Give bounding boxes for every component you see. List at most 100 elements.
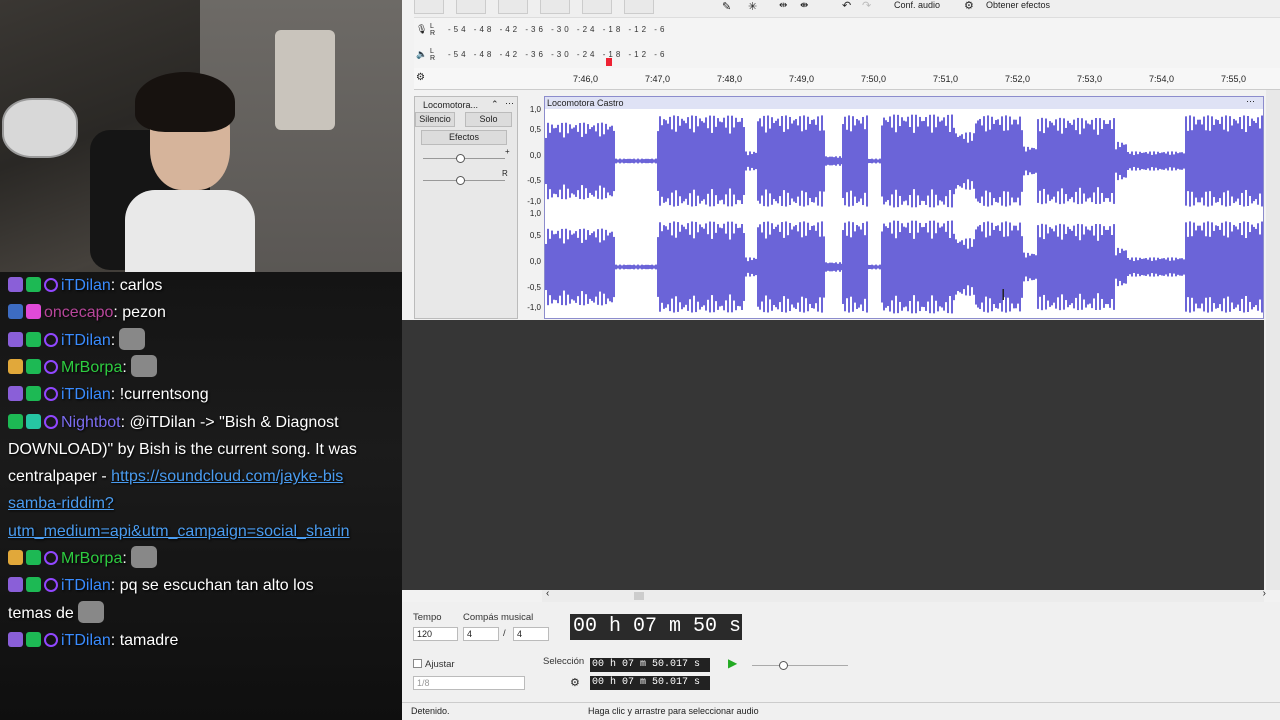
timeline-ruler[interactable]: ⚙ 7:46,0 7:47,0 7:48,0 7:49,0 7:50,0 7:51,0 7:… [414, 68, 1280, 90]
waveform-sample [1251, 118, 1253, 204]
pan-slider-thumb[interactable] [456, 176, 465, 185]
audio-setup-button[interactable]: Conf. audio [894, 0, 940, 10]
waveform-sample [687, 223, 689, 311]
waveform-sample [547, 228, 549, 306]
waveform-sample [937, 222, 939, 312]
waveform-sample [953, 233, 955, 301]
chat-username[interactable]: MrBorpa [61, 550, 122, 567]
waveform-sample [941, 120, 943, 202]
chat-username[interactable]: MrBorpa [61, 359, 122, 376]
chat-username[interactable]: iTDilan [61, 332, 111, 349]
undo-icon[interactable]: ↶ [842, 0, 851, 12]
toolbar-button[interactable] [582, 0, 612, 14]
waveform-sample [621, 159, 623, 163]
chat-badge-icon [26, 358, 41, 374]
microphone-icon[interactable]: 🎙 [416, 24, 427, 35]
solo-button[interactable]: Solo [465, 112, 512, 127]
waveform-sample [757, 121, 759, 201]
selection-settings-icon[interactable]: ⚙ [570, 676, 580, 689]
toolbar-button[interactable] [540, 0, 570, 14]
toolbar-button[interactable] [414, 0, 444, 14]
effects-button[interactable]: Efectos [421, 130, 507, 145]
scrollbar-thumb[interactable] [634, 592, 644, 600]
pencil-icon[interactable]: ✎ [722, 0, 731, 13]
waveform-sample [1049, 227, 1051, 307]
playback-speed-slider[interactable] [752, 665, 848, 666]
plugin-icon[interactable]: ⚙ [964, 0, 974, 12]
chat-badge-icon [44, 578, 58, 593]
waveform-sample [793, 226, 795, 308]
waveform-sample [905, 227, 907, 307]
waveform-sample [625, 159, 627, 163]
chat-username[interactable]: iTDilan [61, 632, 111, 649]
selection-start-field[interactable]: 00 h 07 m 50.017 s [590, 658, 710, 672]
chat-username[interactable]: oncecapo [44, 304, 113, 321]
waveform-sample [881, 125, 883, 197]
redo-icon[interactable]: ↷ [862, 0, 871, 12]
time-display[interactable]: 00 h 07 m 50 s [570, 614, 742, 640]
scroll-right-icon[interactable]: › [1263, 588, 1266, 599]
speaker-icon[interactable]: 🔈 [416, 49, 427, 60]
meter-denominator-select[interactable]: 4 [513, 627, 549, 641]
waveform-sample [699, 224, 701, 310]
waveform-sample [1087, 229, 1089, 305]
waveform-sample [848, 115, 850, 207]
chat-link[interactable]: utm_medium=api&utm_campaign=social_shari… [8, 523, 350, 540]
vertical-scrollbar[interactable] [1266, 90, 1280, 590]
chat-badge-icon [44, 632, 58, 647]
chat-username[interactable]: iTDilan [61, 277, 111, 294]
waveform-sample [1077, 223, 1079, 311]
waveform[interactable] [545, 109, 1264, 319]
clip-menu-icon[interactable]: ⋯ [1246, 97, 1255, 107]
horizontal-scrollbar[interactable]: ‹ › [542, 588, 1266, 602]
record-meter-scale[interactable]: -54 -48 -42 -36 -30 -24 -18 -12 -6 [448, 25, 667, 34]
track-name[interactable]: Locomotora... [423, 100, 478, 110]
playback-meter-scale[interactable]: -54 -48 -42 -36 -30 -24 -18 -12 -6 [448, 50, 667, 59]
waveform-sample [743, 233, 745, 301]
waveform-sample [1091, 225, 1093, 309]
playback-speed-thumb[interactable] [779, 661, 788, 670]
waveform-sample [1059, 117, 1061, 205]
waveform-sample [963, 138, 965, 184]
toolbar-button[interactable] [498, 0, 528, 14]
scale-label: 0,0 [529, 151, 541, 160]
selection-end-field[interactable]: 00 h 07 m 50.017 s [590, 676, 710, 690]
play-at-speed-icon[interactable]: ▶ [728, 656, 737, 670]
ruler-tick-label: 7:53,0 [1077, 74, 1103, 84]
webcam-overlay [0, 0, 414, 272]
timeline-settings-icon[interactable]: ⚙ [416, 72, 425, 83]
clip-title[interactable]: Locomotora Castro [545, 97, 1263, 109]
waveform-sample [951, 220, 953, 314]
waveform-sample [901, 223, 903, 311]
chat-username[interactable]: iTDilan [61, 386, 111, 403]
waveform-sample [1097, 134, 1099, 188]
waveform-sample [1217, 120, 1219, 202]
silence-icon[interactable]: ⇼ [800, 0, 808, 11]
waveform-track[interactable]: Locomotora Castro ⋯ I [544, 96, 1264, 319]
waveform-sample [993, 229, 995, 305]
tempo-field[interactable]: 120 [413, 627, 458, 641]
empty-track-area[interactable] [402, 320, 1264, 590]
track-menu-icon[interactable]: ⋯ [505, 98, 514, 109]
mute-button[interactable]: Silencio [415, 112, 455, 127]
collapse-icon[interactable]: ⌃ [491, 99, 499, 110]
toolbar-button[interactable] [624, 0, 654, 14]
waveform-sample [587, 230, 589, 304]
meter-numerator-field[interactable]: 4 [463, 627, 499, 641]
toolbar-button[interactable] [456, 0, 486, 14]
snap-checkbox[interactable] [413, 659, 422, 668]
get-effects-button[interactable]: Obtener efectos [986, 0, 1050, 10]
chat-link[interactable]: samba-riddim? [8, 495, 114, 512]
gain-slider-thumb[interactable] [456, 154, 465, 163]
snap-select[interactable]: 1/8 [413, 676, 525, 690]
waveform-sample [709, 115, 711, 207]
multi-tool-icon[interactable]: ✳ [748, 0, 757, 13]
scroll-left-icon[interactable]: ‹ [546, 588, 549, 599]
chat-username[interactable]: iTDilan [61, 577, 111, 594]
waveform-sample [653, 159, 655, 163]
waveform-sample [745, 257, 747, 277]
trim-icon[interactable]: ⇹ [779, 0, 787, 11]
chat-message: temas de [8, 600, 398, 627]
chat-link[interactable]: https://soundcloud.com/jayke-bis [111, 468, 343, 485]
chat-username[interactable]: Nightbot [61, 414, 121, 431]
